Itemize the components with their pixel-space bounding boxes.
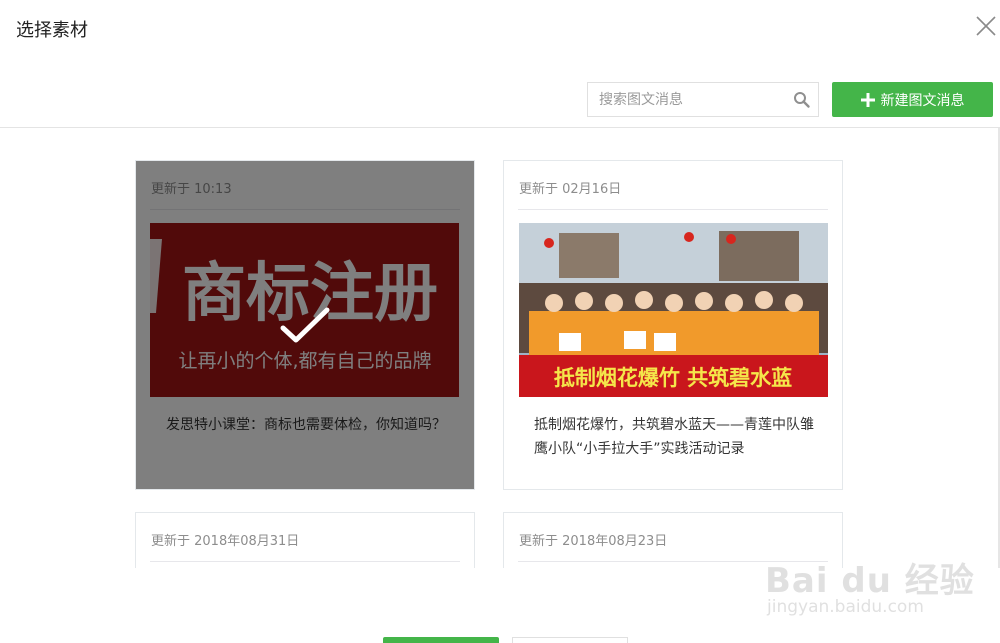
search-box — [587, 82, 819, 117]
card-title: 抵制烟花爆竹，共筑碧水蓝天——青莲中队雏鹰小队“小手拉大手”实践活动记录 — [534, 417, 814, 457]
watermark: Bai du 经验 jingyan.baidu.com — [765, 535, 995, 625]
card-divider — [518, 209, 828, 210]
confirm-button[interactable] — [383, 637, 499, 643]
search-icon[interactable] — [793, 91, 811, 109]
card-update-time: 更新于 2018年08月23日 — [519, 534, 668, 549]
new-article-button[interactable]: 新建图文消息 — [832, 82, 993, 117]
close-icon[interactable] — [974, 14, 998, 38]
cancel-button[interactable] — [512, 637, 628, 643]
article-card-selected[interactable]: 更新于 10:13 商标注册 让再小的个体,都有自己的品牌 发思特小课堂：商标也… — [135, 160, 475, 490]
card-cover-image: 抵制烟花爆竹 共筑碧水蓝 — [519, 223, 828, 397]
card-update-time: 更新于 02月16日 — [519, 182, 622, 197]
watermark-url: jingyan.baidu.com — [767, 597, 924, 617]
search-input[interactable] — [588, 83, 788, 116]
dialog-title: 选择素材 — [16, 20, 88, 41]
toolbar-divider — [0, 127, 1000, 128]
article-card[interactable]: 更新于 02月16日 抵制烟花爆竹 共筑碧水蓝 抵制烟花爆竹，共筑碧水蓝天——青… — [503, 160, 843, 490]
watermark-logo: Bai du 经验 — [765, 561, 975, 601]
card-divider — [150, 561, 460, 562]
plus-icon — [860, 92, 875, 107]
new-article-label: 新建图文消息 — [880, 92, 965, 109]
cover-banner: 抵制烟花爆竹 共筑碧水蓝 — [554, 366, 792, 390]
card-update-time: 更新于 2018年08月31日 — [151, 534, 300, 549]
checkmark-icon — [279, 306, 331, 346]
